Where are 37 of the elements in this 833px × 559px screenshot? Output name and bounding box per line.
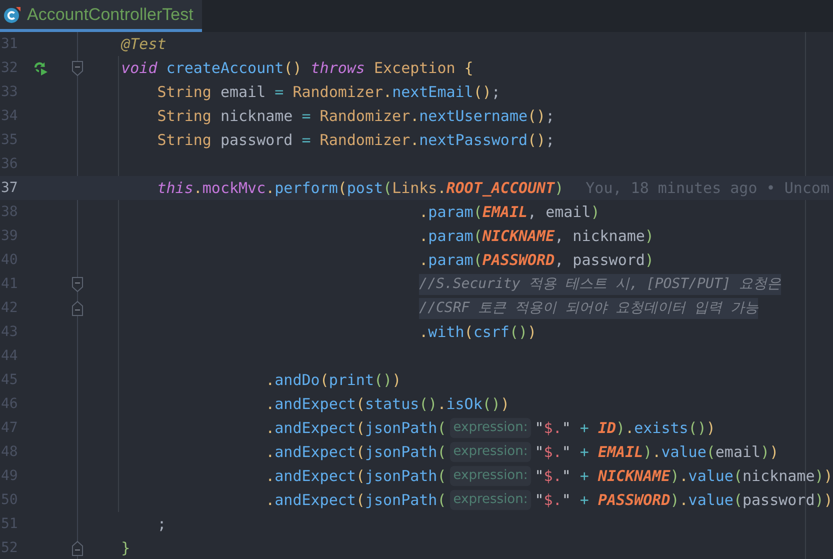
code-text: .andExpect(jsonPath( [266, 418, 446, 439]
code-text: .param(EMAIL, email) [419, 202, 600, 223]
fold-marker-icon[interactable] [72, 300, 82, 316]
code-comment: //S.Security 적용 테스트 시, [POST/PUT] 요청은 [419, 274, 782, 294]
code-text: "$." + EMAIL).value(email)) [534, 442, 779, 463]
tab-title: AccountControllerTest [27, 4, 194, 26]
parameter-hint: expression: [450, 442, 531, 462]
class-file-icon [3, 6, 21, 24]
code-text: .andExpect(status().isOk()) [266, 394, 510, 415]
file-tab[interactable]: AccountControllerTest [0, 0, 202, 32]
code-text: this.mockMvc.perform(post(Links.ROOT_ACCOUNT) [157, 178, 564, 199]
code-text: .andDo(print()) [266, 370, 402, 391]
code-text: String password = Randomizer.nextPassword(); [157, 130, 555, 151]
code-text: .andExpect(jsonPath( [266, 442, 446, 463]
fold-marker-icon[interactable] [72, 60, 82, 76]
fold-marker-icon[interactable] [72, 540, 82, 556]
parameter-hint: expression: [450, 418, 531, 438]
parameter-hint: expression: [450, 490, 531, 510]
code-text: .param(PASSWORD, password) [419, 250, 654, 271]
code-text: "$." + ID).exists()) [534, 418, 716, 439]
code-text: .param(NICKNAME, nickname) [419, 226, 654, 247]
code-text: "$." + NICKNAME).value(nickname)) [534, 466, 833, 487]
code-comment: //CSRF 토큰 적용이 되어야 요청데이터 입력 가능 [419, 298, 758, 318]
code-text: "$." + PASSWORD).value(password)) [534, 490, 833, 511]
code-text: ; [157, 514, 166, 535]
code-text: String nickname = Randomizer.nextUsername(); [157, 106, 555, 127]
run-test-icon[interactable] [32, 60, 48, 76]
line-number: 37 [0, 178, 19, 198]
code-text: @Test [121, 34, 166, 55]
fold-marker-icon[interactable] [72, 276, 82, 292]
code-text: String email = Randomizer.nextEmail(); [157, 82, 500, 103]
code-text: .with(csrf()) [419, 322, 537, 343]
code-text: void createAccount() throws Exception { [121, 58, 474, 79]
code-text: .andExpect(jsonPath( [266, 490, 446, 511]
code-text: .andExpect(jsonPath( [266, 466, 446, 487]
code-text: } [121, 538, 130, 559]
parameter-hint: expression: [450, 466, 531, 486]
